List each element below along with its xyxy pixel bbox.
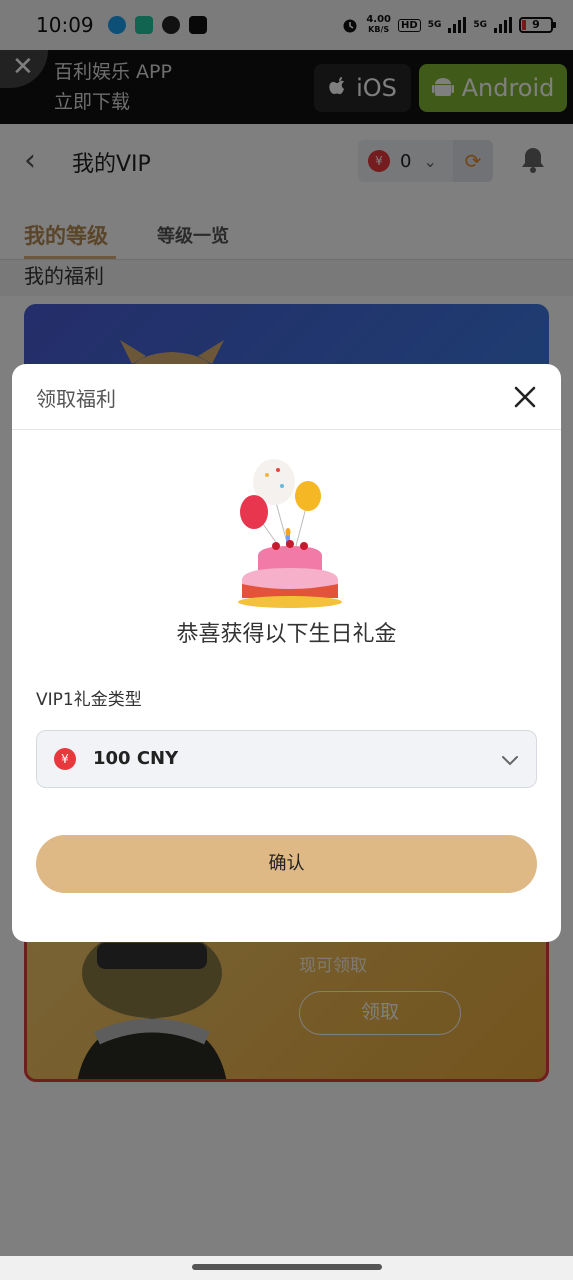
dialog-title: 领取福利 (36, 387, 116, 411)
yuan-coin-icon: ¥ (54, 748, 76, 770)
dialog-header: 领取福利 (12, 364, 561, 430)
home-indicator[interactable] (192, 1264, 382, 1270)
chevron-down-icon[interactable] (501, 751, 519, 769)
selected-amount: 100 CNY (93, 748, 179, 769)
gift-type-select[interactable]: ¥ 100 CNY (36, 730, 537, 788)
confirm-button[interactable]: 确认 (36, 835, 537, 893)
system-nav-bar (0, 1256, 573, 1280)
birthday-cake-icon (238, 459, 342, 608)
close-icon[interactable] (512, 384, 538, 410)
gift-type-label: VIP1礼金类型 (36, 690, 142, 710)
claim-benefit-dialog: 领取福利 恭喜获得以下生日礼金 VIP1礼金类型 ¥ 100 CNY 确认 (12, 364, 561, 942)
congrats-message: 恭喜获得以下生日礼金 (176, 622, 397, 647)
